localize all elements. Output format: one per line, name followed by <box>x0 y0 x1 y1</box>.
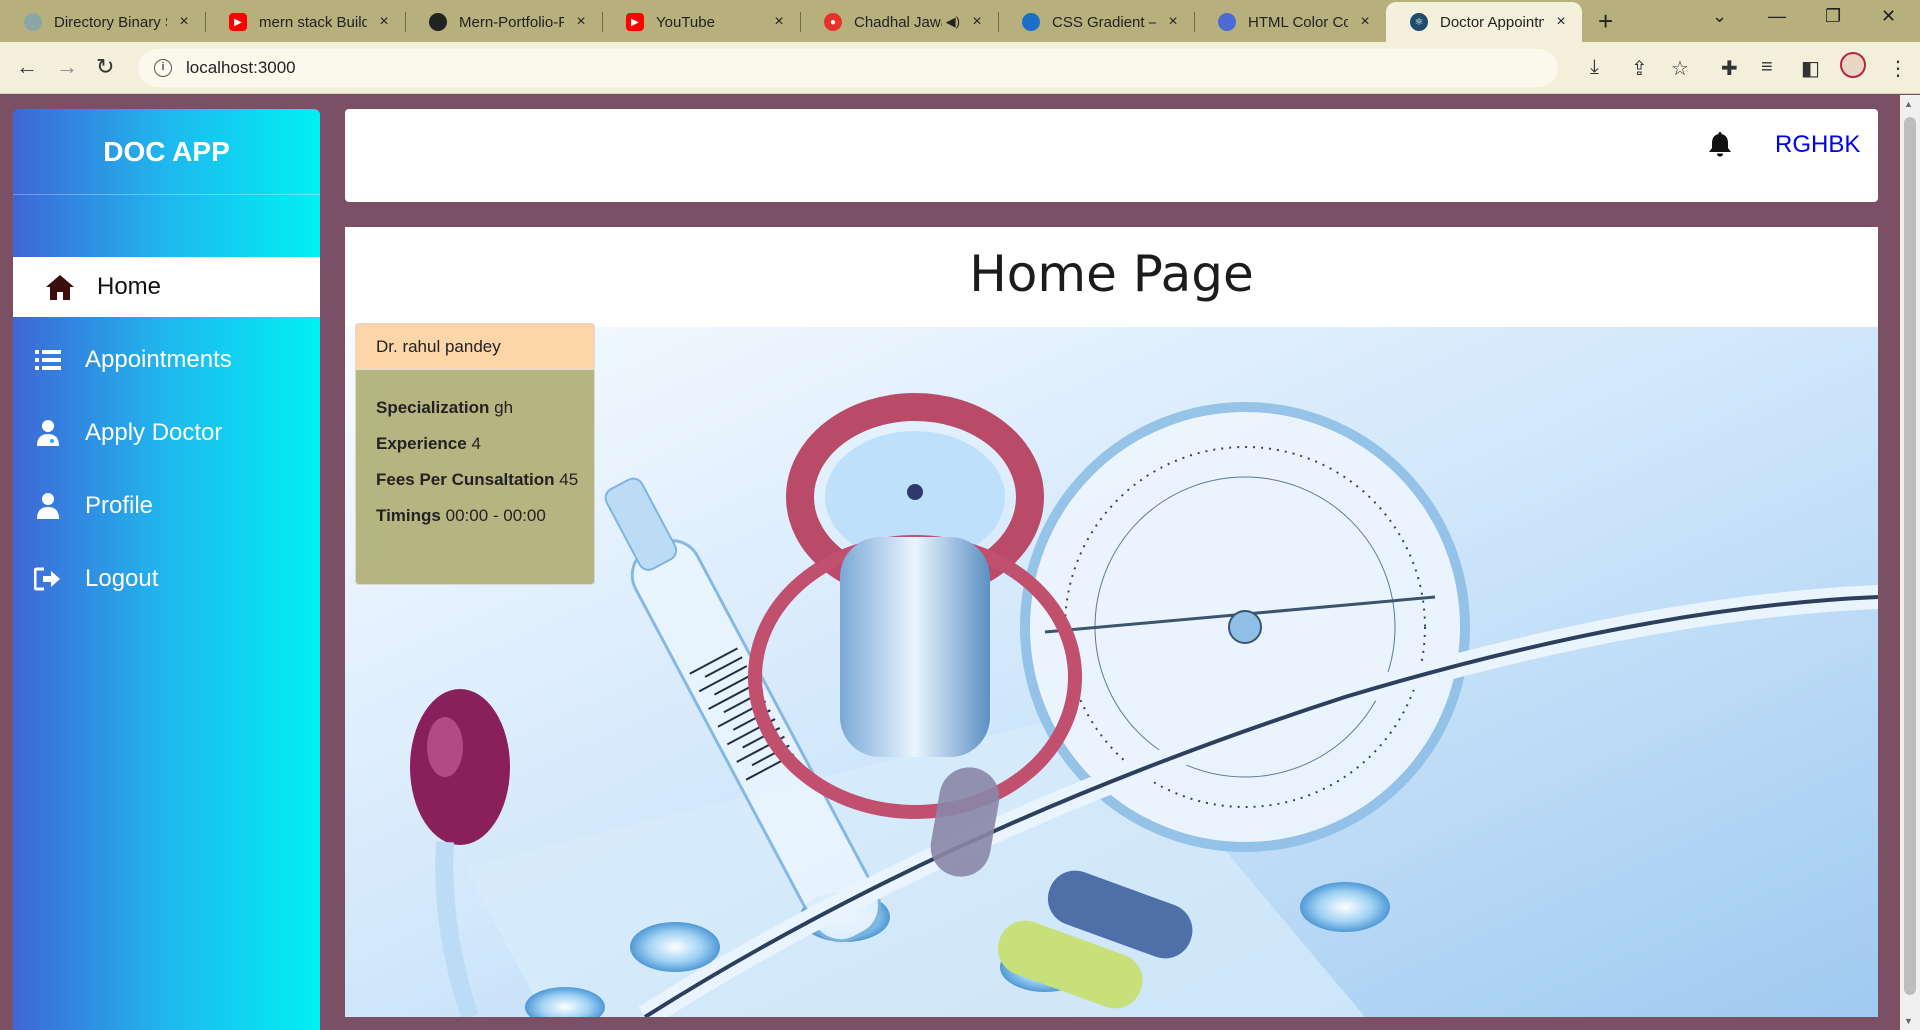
sidebar-item-apply-doctor[interactable]: Apply Doctor <box>13 403 320 463</box>
bell-icon[interactable] <box>1708 131 1732 162</box>
doctor-card[interactable]: Dr. rahul pandey Specialization gh Exper… <box>355 323 595 585</box>
sidebar-item-label: Apply Doctor <box>85 419 223 446</box>
sidebar: DOC APP Home Appointments Apply Doctor P… <box>13 109 320 1030</box>
youtube-favicon-icon: ▶ <box>626 13 644 31</box>
tab-close-icon[interactable]: × <box>1164 13 1182 31</box>
menu-kebab-icon[interactable]: ⋮ <box>1888 56 1908 81</box>
sidebar-item-label: Home <box>97 273 162 300</box>
github-favicon-icon <box>429 13 447 31</box>
user-doctor-icon <box>31 416 65 450</box>
reload-icon[interactable]: ↻ <box>96 54 114 80</box>
page-viewport: DOC APP Home Appointments Apply Doctor P… <box>0 95 1900 1030</box>
sidebar-item-label: Profile <box>85 492 154 519</box>
window-close-icon[interactable]: ✕ <box>1881 6 1896 27</box>
experience-value: 4 <box>471 434 481 453</box>
scrollbar-thumb[interactable] <box>1904 117 1916 995</box>
browser-tab[interactable]: HTML Color Code × <box>1194 2 1386 42</box>
tab-title: Mern-Portfolio-P <box>459 13 564 31</box>
main-content: Home Page Dr. rahul pandey Specializatio… <box>345 227 1878 1017</box>
fees-row: Fees Per Cunsaltation 45 <box>376 470 578 490</box>
tab-close-icon[interactable]: × <box>375 13 393 31</box>
minimize-icon[interactable]: — <box>1768 6 1786 27</box>
fees-label: Fees Per Cunsaltation <box>376 470 555 489</box>
browser-tab[interactable]: ▶ YouTube × <box>602 2 800 42</box>
timings-label: Timings <box>376 506 441 525</box>
color-code-favicon-icon <box>1218 13 1236 31</box>
experience-row: Experience 4 <box>376 434 574 454</box>
logout-icon <box>31 562 65 596</box>
tab-close-icon[interactable]: × <box>175 13 193 31</box>
tab-favicon-icon <box>24 13 42 31</box>
doctor-card-body: Specialization gh Experience 4 Fees Per … <box>356 370 594 526</box>
list-icon <box>31 343 65 377</box>
install-icon[interactable]: ⤓ <box>1590 56 1599 79</box>
music-favicon-icon: ● <box>824 13 842 31</box>
tab-close-icon[interactable]: × <box>1552 13 1570 31</box>
speaker-icon[interactable]: ◀) <box>946 14 960 30</box>
tab-title: Directory Binary S <box>54 13 167 31</box>
sidebar-item-logout[interactable]: Logout <box>13 549 320 609</box>
sidebar-item-profile[interactable]: Profile <box>13 476 320 536</box>
app-logo: DOC APP <box>13 109 320 195</box>
home-icon <box>43 270 77 304</box>
sidebar-item-label: Appointments <box>85 346 232 373</box>
sidebar-menu: Home Appointments Apply Doctor Profile L… <box>13 257 320 609</box>
profile-avatar[interactable] <box>1840 52 1866 78</box>
tab-search-icon[interactable]: ⌄ <box>1712 6 1727 27</box>
scroll-down-icon[interactable]: ▼ <box>1904 1016 1913 1026</box>
browser-tab-active[interactable]: ⚛ Doctor Appointm × <box>1386 2 1582 42</box>
back-icon[interactable]: ← <box>16 54 38 80</box>
scroll-up-icon[interactable]: ▲ <box>1904 99 1913 109</box>
tab-title: HTML Color Code <box>1248 13 1348 31</box>
url-text: localhost:3000 <box>186 58 296 77</box>
specialization-value: gh <box>494 398 514 417</box>
page-scrollbar[interactable]: ▲ ▼ <box>1900 95 1920 1030</box>
side-panel-icon[interactable]: ◧ <box>1801 56 1820 81</box>
user-icon <box>31 489 65 523</box>
address-bar: ← → ↻ i localhost:3000 ⤓ ⇪ ☆ ✚ ≡ ◧ ⋮ <box>0 42 1920 94</box>
tab-close-icon[interactable]: × <box>968 13 986 31</box>
tab-close-icon[interactable]: × <box>572 13 590 31</box>
browser-tab[interactable]: ● Chadhal Jawa ◀) × <box>800 2 998 42</box>
tab-title: Chadhal Jawa <box>854 13 942 31</box>
app-header: RGHBK <box>345 109 1878 202</box>
browser-tab[interactable]: ▶ mern stack Buildin × <box>205 2 405 42</box>
url-field[interactable]: i localhost:3000 <box>138 49 1558 87</box>
css-gradient-favicon-icon <box>1022 13 1040 31</box>
specialization-label: Specialization <box>376 398 490 417</box>
sidebar-item-appointments[interactable]: Appointments <box>13 330 320 390</box>
forward-icon[interactable]: → <box>56 54 78 80</box>
tab-title: CSS Gradient — C <box>1052 13 1156 31</box>
tab-title: YouTube <box>656 13 715 31</box>
specialization-row: Specialization gh <box>376 398 574 418</box>
tab-title: mern stack Buildin <box>259 13 367 31</box>
page-title: Home Page <box>969 245 1254 303</box>
browser-tab[interactable]: CSS Gradient — C × <box>998 2 1194 42</box>
browser-tab-bar: Directory Binary S × ▶ mern stack Buildi… <box>0 0 1920 42</box>
username-link[interactable]: RGHBK <box>1775 131 1860 159</box>
react-favicon-icon: ⚛ <box>1410 13 1428 31</box>
timings-value: 00:00 - 00:00 <box>445 506 546 525</box>
sidebar-item-label: Logout <box>85 565 159 592</box>
tab-close-icon[interactable]: × <box>1356 13 1374 31</box>
browser-tab[interactable]: Directory Binary S × <box>0 2 205 42</box>
bookmark-star-icon[interactable]: ☆ <box>1671 56 1689 81</box>
experience-label: Experience <box>376 434 467 453</box>
tab-title: Doctor Appointm <box>1440 13 1544 31</box>
timings-row: Timings 00:00 - 00:00 <box>376 506 574 526</box>
fees-value: 45 <box>559 470 579 489</box>
new-tab-button[interactable]: + <box>1598 6 1613 37</box>
share-icon[interactable]: ⇪ <box>1631 56 1648 81</box>
extensions-icon[interactable]: ✚ <box>1721 56 1738 81</box>
site-info-icon[interactable]: i <box>154 59 172 77</box>
browser-tab[interactable]: Mern-Portfolio-P × <box>405 2 602 42</box>
media-icon[interactable]: ≡ <box>1761 56 1773 79</box>
youtube-favicon-icon: ▶ <box>229 13 247 31</box>
tab-close-icon[interactable]: × <box>770 13 788 31</box>
doctor-name: Dr. rahul pandey <box>356 324 594 370</box>
sidebar-item-home[interactable]: Home <box>13 257 320 317</box>
restore-icon[interactable]: ❐ <box>1825 6 1841 27</box>
